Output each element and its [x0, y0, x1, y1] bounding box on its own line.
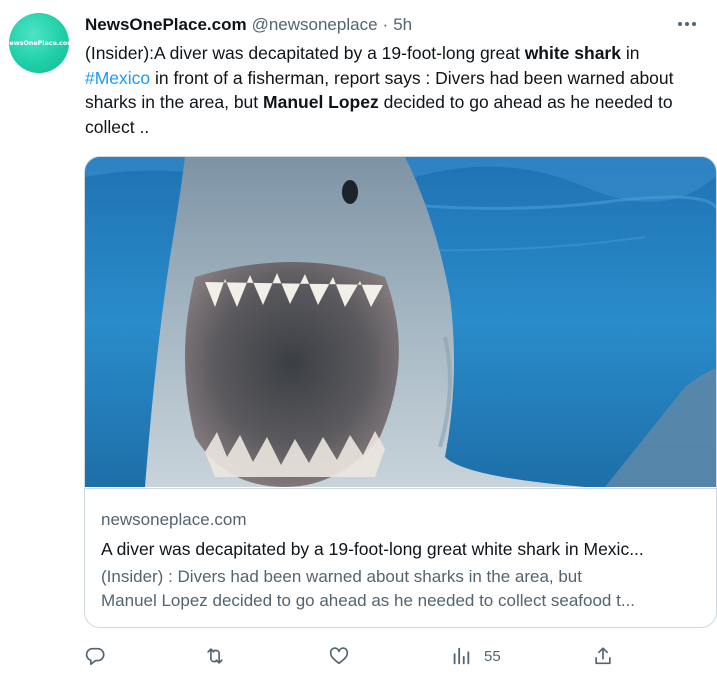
heart-icon: [329, 647, 349, 665]
views-icon: [453, 647, 470, 665]
retweet-icon: [207, 648, 223, 664]
views-button[interactable]: 55: [450, 642, 501, 670]
reply-button[interactable]: [84, 642, 106, 670]
timestamp[interactable]: 5h: [393, 13, 412, 37]
tweet-text: (Insider):A diver was decapitated by a 1…: [85, 41, 697, 139]
more-dot-icon: [685, 22, 689, 26]
card-description-line: (Insider) : Divers had been warned about…: [101, 567, 582, 586]
action-bar: 55: [84, 642, 624, 670]
avatar[interactable]: NewsOnePlace.com: [4, 13, 74, 73]
tweet-text-part: (Insider):A diver was decapitated by a 1…: [85, 43, 525, 63]
share-icon: [595, 647, 611, 665]
avatar-logo-text: NewsOnePlace.com: [4, 39, 74, 47]
card-description-line: Manuel Lopez decided to go ahead as he n…: [101, 591, 636, 610]
more-dot-icon: [692, 22, 696, 26]
tweet[interactable]: NewsOnePlace.com NewsOnePlace.com @newso…: [0, 0, 717, 698]
card-description: (Insider) : Divers had been warned about…: [101, 565, 701, 613]
like-button[interactable]: [328, 642, 350, 670]
more-dot-icon: [678, 22, 682, 26]
link-card[interactable]: newsoneplace.com A diver was decapitated…: [84, 156, 717, 628]
user-handle[interactable]: @newsoneplace: [252, 13, 378, 37]
tweet-header: NewsOnePlace.com @newsoneplace · 5h: [85, 13, 412, 37]
bold-keyword-manuel-lopez: Manuel Lopez: [263, 92, 379, 112]
display-name[interactable]: NewsOnePlace.com: [85, 13, 247, 37]
retweet-button[interactable]: [204, 642, 226, 670]
separator-dot: ·: [382, 15, 389, 34]
views-count: 55: [484, 647, 501, 665]
reply-icon: [85, 647, 105, 666]
card-title: A diver was decapitated by a 19-foot-lon…: [101, 539, 644, 559]
tweet-text-part: in: [620, 43, 640, 63]
hashtag-link[interactable]: #Mexico: [85, 68, 150, 88]
card-image-shark[interactable]: [85, 157, 717, 487]
card-domain: newsoneplace.com: [101, 510, 247, 529]
card-meta[interactable]: newsoneplace.com A diver was decapitated…: [85, 488, 716, 627]
bold-keyword-white-shark: white shark: [524, 43, 621, 63]
more-options-button[interactable]: [675, 12, 699, 36]
share-button[interactable]: [592, 642, 614, 670]
